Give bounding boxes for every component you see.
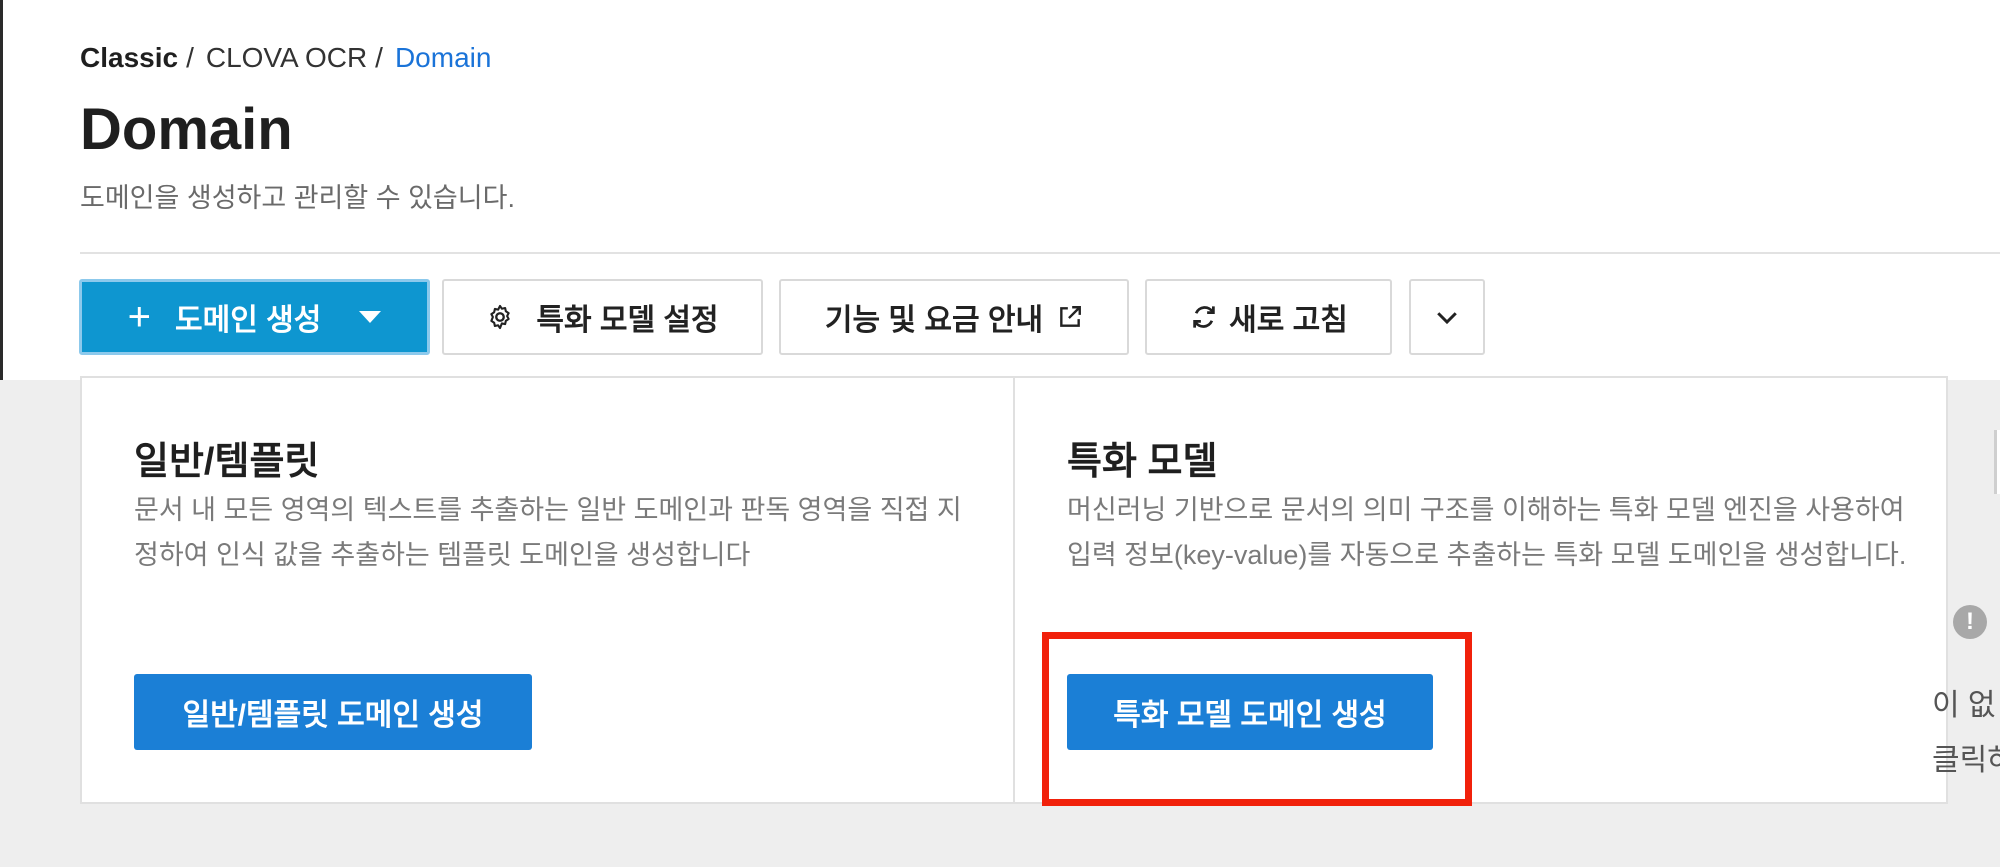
highlight-annotation-box bbox=[1042, 632, 1472, 806]
special-model-settings-button[interactable]: 특화 모델 설정 bbox=[442, 279, 763, 355]
external-link-icon bbox=[1060, 306, 1082, 327]
partial-text-line: 이 없 bbox=[1932, 689, 1996, 722]
breadcrumb: Classic / CLOVA OCR / Domain bbox=[80, 42, 491, 74]
page-description: 도메인을 생성하고 관리할 수 있습니다. bbox=[80, 183, 515, 213]
plus-icon: + bbox=[127, 295, 151, 339]
breadcrumb-item-clova-ocr[interactable]: CLOVA OCR bbox=[206, 42, 367, 74]
special-model-description: 머신러닝 기반으로 문서의 의미 구조를 이해하는 특화 모델 엔진을 사용하여… bbox=[1067, 495, 1907, 570]
chevron-down-icon bbox=[1437, 312, 1457, 325]
breadcrumb-item-domain[interactable]: Domain bbox=[395, 42, 491, 74]
page-title: Domain bbox=[80, 97, 293, 162]
gear-icon bbox=[490, 304, 511, 330]
general-template-title: 일반/템플릿 bbox=[134, 441, 320, 483]
breadcrumb-separator: / bbox=[375, 42, 383, 73]
refresh-button[interactable]: 새로 고침 bbox=[1145, 279, 1392, 355]
header-divider bbox=[80, 252, 2000, 254]
refresh-label: 새로 고침 bbox=[1229, 304, 1348, 337]
breadcrumb-item-classic[interactable]: Classic bbox=[80, 42, 178, 74]
features-pricing-label: 기능 및 요금 안내 bbox=[824, 304, 1044, 337]
create-domain-button[interactable]: + 도메인 생성 bbox=[79, 279, 430, 355]
info-icon: ! bbox=[1953, 605, 1987, 639]
features-pricing-button[interactable]: 기능 및 요금 안내 bbox=[779, 279, 1129, 355]
general-template-description: 문서 내 모든 영역의 텍스트를 추출하는 일반 도메인과 판독 영역을 직접 … bbox=[134, 495, 962, 570]
partial-text-line: 클릭하 bbox=[1932, 744, 2000, 777]
create-general-template-domain-button[interactable]: 일반/템플릿 도메인 생성 bbox=[134, 674, 532, 750]
caret-down-icon bbox=[359, 311, 382, 323]
special-model-settings-label: 특화 모델 설정 bbox=[536, 304, 719, 337]
refresh-icon bbox=[1193, 306, 1215, 328]
breadcrumb-separator: / bbox=[186, 42, 194, 73]
side-panel-edge bbox=[1994, 430, 2000, 494]
create-domain-label: 도메인 생성 bbox=[175, 304, 322, 337]
special-model-title: 특화 모델 bbox=[1067, 441, 1218, 483]
general-template-card: 일반/템플릿 문서 내 모든 영역의 텍스트를 추출하는 일반 도메인과 판독 … bbox=[82, 378, 1013, 802]
more-options-button[interactable] bbox=[1409, 279, 1485, 355]
create-domain-dropdown-panel: 일반/템플릿 문서 내 모든 영역의 텍스트를 추출하는 일반 도메인과 판독 … bbox=[80, 376, 1948, 804]
